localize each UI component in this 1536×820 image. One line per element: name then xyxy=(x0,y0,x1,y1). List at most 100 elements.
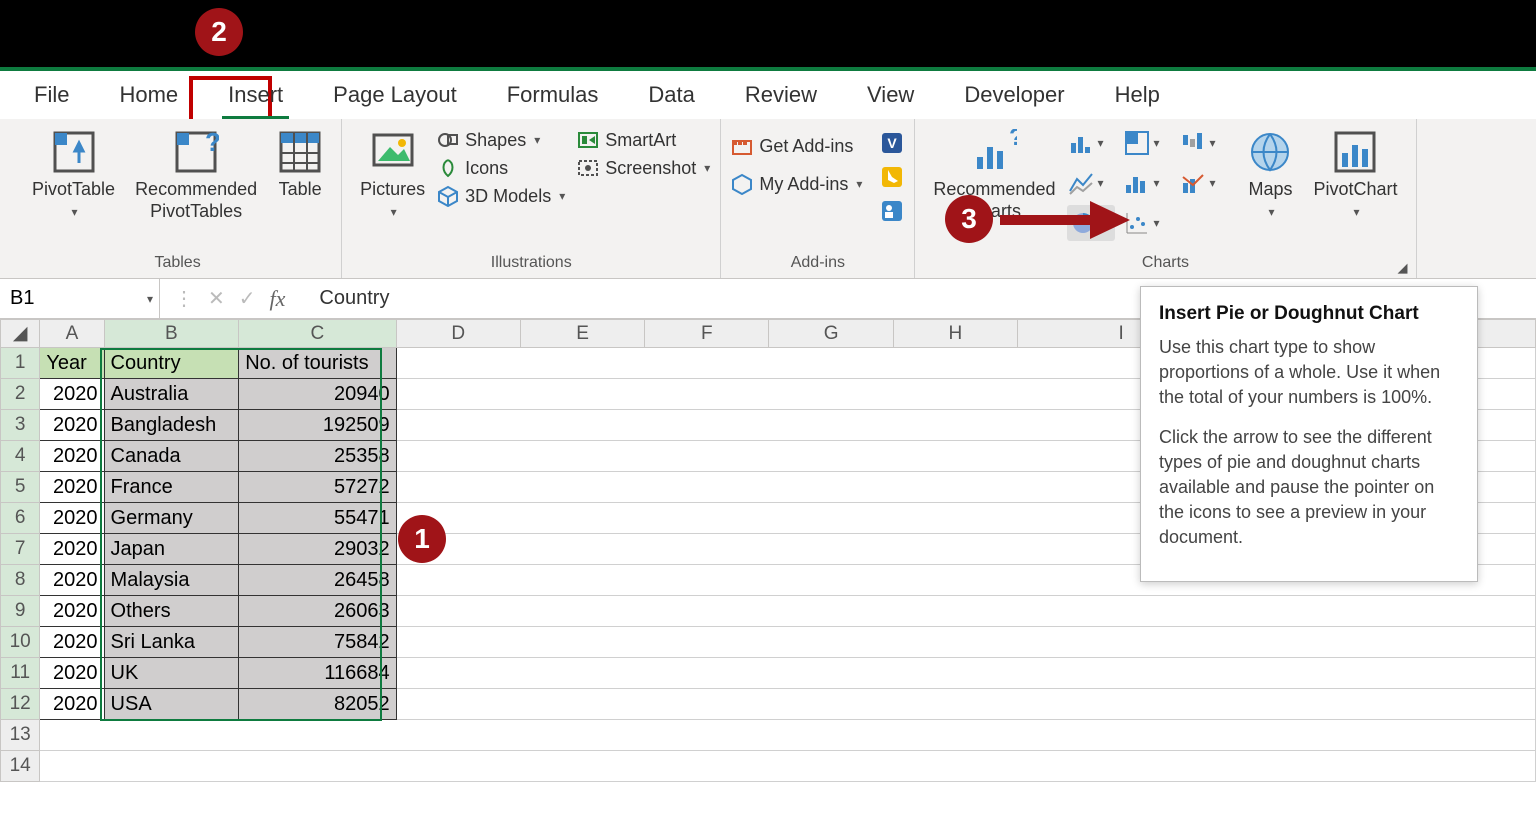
row-header-7[interactable]: 7 xyxy=(1,534,40,565)
row-header-11[interactable]: 11 xyxy=(1,658,40,689)
icons-button[interactable]: Icons xyxy=(437,157,565,179)
cell-A5[interactable]: 2020 xyxy=(40,472,104,503)
cell-C6[interactable]: 55471 xyxy=(239,503,396,534)
my-addins-button[interactable]: My Add-ins▾ xyxy=(731,173,862,195)
cell-blank[interactable] xyxy=(40,751,1536,782)
cell-C2[interactable]: 20940 xyxy=(239,379,396,410)
get-addins-button[interactable]: Get Add-ins xyxy=(731,135,862,157)
col-header-G[interactable]: G xyxy=(769,320,893,348)
cell-B11[interactable]: UK xyxy=(104,658,239,689)
insert-hierarchy-chart-button[interactable]: ▾ xyxy=(1123,125,1171,161)
cell-A10[interactable]: 2020 xyxy=(40,627,104,658)
table-button[interactable]: Table xyxy=(269,125,331,205)
cell-B8[interactable]: Malaysia xyxy=(104,565,239,596)
cell-blank[interactable] xyxy=(396,658,1535,689)
cell-blank[interactable] xyxy=(40,720,1536,751)
insert-function-button[interactable]: fx xyxy=(270,286,286,312)
3d-models-button[interactable]: 3D Models▾ xyxy=(437,185,565,207)
cell-C5[interactable]: 57272 xyxy=(239,472,396,503)
cell-A6[interactable]: 2020 xyxy=(40,503,104,534)
tab-page-layout[interactable]: Page Layout xyxy=(327,74,463,116)
tab-review[interactable]: Review xyxy=(739,74,823,116)
row-header-6[interactable]: 6 xyxy=(1,503,40,534)
tab-home[interactable]: Home xyxy=(113,74,184,116)
col-header-D[interactable]: D xyxy=(396,320,520,348)
row-header-1[interactable]: 1 xyxy=(1,348,40,379)
visio-addin-icon[interactable]: V xyxy=(880,131,904,155)
cell-B2[interactable]: Australia xyxy=(104,379,239,410)
cell-A1[interactable]: Year xyxy=(40,348,104,379)
cell-C12[interactable]: 82052 xyxy=(239,689,396,720)
bing-maps-addin-icon[interactable] xyxy=(880,165,904,189)
screenshot-button[interactable]: Screenshot▾ xyxy=(577,157,710,179)
cell-B12[interactable]: USA xyxy=(104,689,239,720)
recommended-pivottables-button[interactable]: ? Recommended PivotTables xyxy=(127,125,265,226)
row-header-5[interactable]: 5 xyxy=(1,472,40,503)
insert-waterfall-chart-button[interactable]: ▾ xyxy=(1179,125,1227,161)
cell-B7[interactable]: Japan xyxy=(104,534,239,565)
cell-C3[interactable]: 192509 xyxy=(239,410,396,441)
cell-A7[interactable]: 2020 xyxy=(40,534,104,565)
cell-C10[interactable]: 75842 xyxy=(239,627,396,658)
cell-C11[interactable]: 116684 xyxy=(239,658,396,689)
col-header-E[interactable]: E xyxy=(520,320,644,348)
cell-A3[interactable]: 2020 xyxy=(40,410,104,441)
tab-help[interactable]: Help xyxy=(1109,74,1166,116)
cell-blank[interactable] xyxy=(396,627,1535,658)
people-graph-addin-icon[interactable] xyxy=(880,199,904,223)
row-header-4[interactable]: 4 xyxy=(1,441,40,472)
cell-A11[interactable]: 2020 xyxy=(40,658,104,689)
col-header-C[interactable]: C xyxy=(239,320,396,348)
shapes-button[interactable]: Shapes▾ xyxy=(437,129,565,151)
tab-formulas[interactable]: Formulas xyxy=(501,74,605,116)
col-header-A[interactable]: A xyxy=(40,320,104,348)
enter-formula-button[interactable]: ✓ xyxy=(239,286,256,311)
col-header-B[interactable]: B xyxy=(104,320,239,348)
cell-blank[interactable] xyxy=(396,689,1535,720)
charts-dialog-launcher[interactable]: ◢ xyxy=(1398,260,1416,278)
cell-C7[interactable]: 29032 xyxy=(239,534,396,565)
cell-C4[interactable]: 25358 xyxy=(239,441,396,472)
row-header-3[interactable]: 3 xyxy=(1,410,40,441)
smartart-button[interactable]: SmartArt xyxy=(577,129,710,151)
cell-B1[interactable]: Country xyxy=(104,348,239,379)
row-header-2[interactable]: 2 xyxy=(1,379,40,410)
tab-data[interactable]: Data xyxy=(642,74,700,116)
cell-A12[interactable]: 2020 xyxy=(40,689,104,720)
cell-C9[interactable]: 26063 xyxy=(239,596,396,627)
row-header-14[interactable]: 14 xyxy=(1,751,40,782)
col-header-F[interactable]: F xyxy=(645,320,769,348)
row-header-12[interactable]: 12 xyxy=(1,689,40,720)
name-box[interactable]: ▾ xyxy=(0,279,160,318)
pictures-button[interactable]: Pictures▾ xyxy=(352,125,433,223)
tab-view[interactable]: View xyxy=(861,74,920,116)
cell-B4[interactable]: Canada xyxy=(104,441,239,472)
cell-A4[interactable]: 2020 xyxy=(40,441,104,472)
cell-A8[interactable]: 2020 xyxy=(40,565,104,596)
tab-developer[interactable]: Developer xyxy=(958,74,1070,116)
row-header-10[interactable]: 10 xyxy=(1,627,40,658)
cell-C1[interactable]: No. of tourists xyxy=(239,348,396,379)
row-header-9[interactable]: 9 xyxy=(1,596,40,627)
pivotchart-button[interactable]: PivotChart▾ xyxy=(1305,125,1405,223)
tab-file[interactable]: File xyxy=(28,74,75,116)
maps-button[interactable]: Maps▾ xyxy=(1239,125,1301,223)
cell-B10[interactable]: Sri Lanka xyxy=(104,627,239,658)
cell-B5[interactable]: France xyxy=(104,472,239,503)
cell-A9[interactable]: 2020 xyxy=(40,596,104,627)
name-box-input[interactable] xyxy=(0,287,110,310)
select-all-triangle[interactable]: ◢ xyxy=(1,320,40,348)
cell-C8[interactable]: 26458 xyxy=(239,565,396,596)
cell-B6[interactable]: Germany xyxy=(104,503,239,534)
insert-combo-chart-button[interactable]: ▾ xyxy=(1179,165,1227,201)
pivottable-button[interactable]: PivotTable▾ xyxy=(24,125,123,223)
insert-column-chart-button[interactable]: ▾ xyxy=(1067,125,1115,161)
cell-blank[interactable] xyxy=(396,596,1535,627)
chevron-down-icon[interactable]: ▾ xyxy=(147,292,153,306)
tab-insert[interactable]: Insert xyxy=(222,74,289,116)
col-header-H[interactable]: H xyxy=(893,320,1017,348)
cell-B9[interactable]: Others xyxy=(104,596,239,627)
cell-A2[interactable]: 2020 xyxy=(40,379,104,410)
formula-bar-content[interactable]: Country xyxy=(299,287,389,310)
cancel-formula-button[interactable]: ✕ xyxy=(208,286,225,311)
